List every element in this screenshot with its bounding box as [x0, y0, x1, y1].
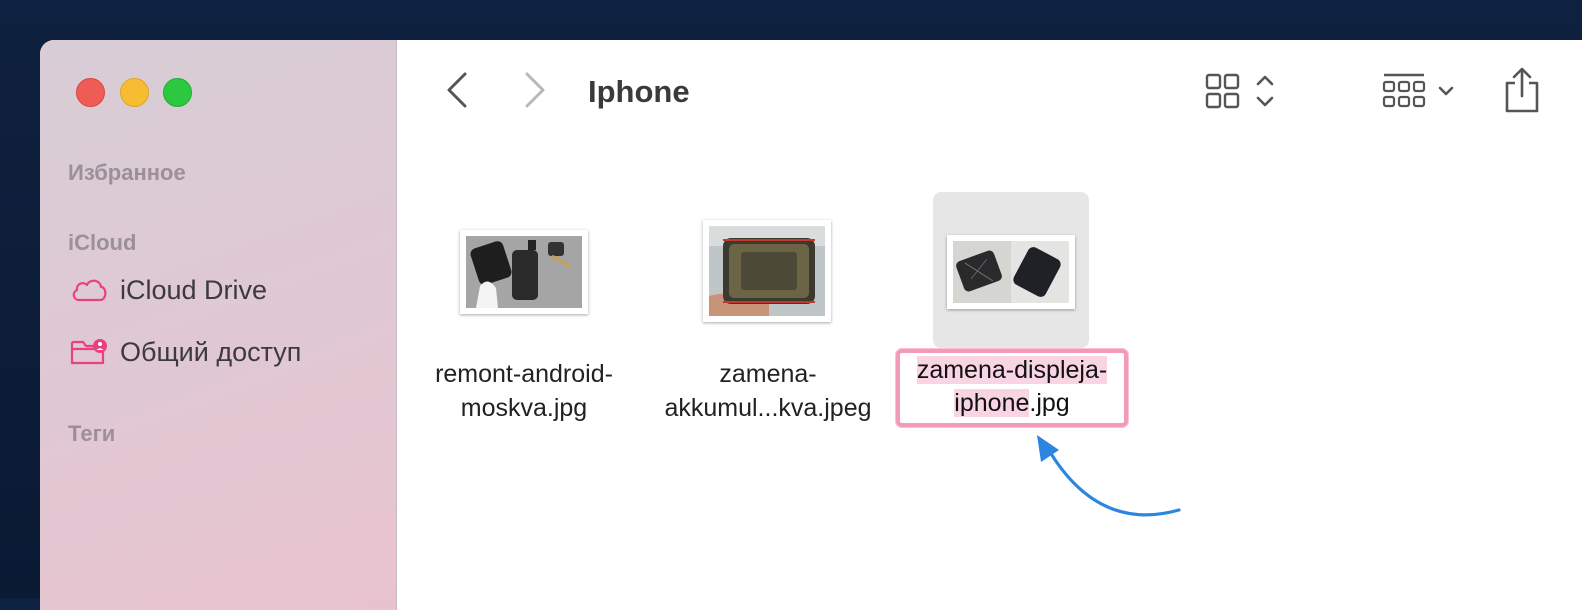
back-button[interactable] [437, 72, 477, 112]
file-thumbnail [947, 235, 1075, 309]
rename-selected-text: iphone [954, 389, 1030, 417]
file-name-line: akkumul...kva.jpeg [664, 394, 872, 422]
rename-line-1: zamena-displeja- [900, 354, 1124, 386]
sidebar: Избранное iCloud iCloud Drive Общий дост… [40, 40, 397, 610]
group-by-button[interactable] [1382, 68, 1462, 119]
cloud-icon [70, 277, 108, 303]
minimize-window-button[interactable] [120, 78, 149, 107]
main-content: Iphone remont-android- moskva.jpg zamena… [397, 40, 1582, 610]
sidebar-item-label: Общий доступ [120, 336, 302, 367]
file-name-line: zamena- [719, 360, 817, 388]
share-icon [1502, 66, 1542, 121]
tags-section-title: Теги [68, 421, 116, 446]
finder-window: Избранное iCloud iCloud Drive Общий дост… [40, 40, 1582, 610]
chevron-left-icon [446, 72, 468, 113]
favorites-section-title: Избранное [68, 160, 186, 185]
sidebar-item-icloud-drive[interactable]: iCloud Drive [70, 270, 267, 310]
file-name-line: moskva.jpg [460, 394, 588, 422]
file-name-line: remont-android- [435, 360, 613, 388]
file-thumbnail [460, 230, 588, 314]
rename-selected-text: zamena-displeja- [916, 356, 1108, 384]
chevron-right-icon [524, 72, 546, 113]
share-button[interactable] [1502, 66, 1542, 121]
icloud-section-title: iCloud [68, 230, 137, 255]
rename-field[interactable]: zamena-displeja- iphone.jpg [896, 349, 1128, 427]
file-thumbnail [703, 220, 831, 322]
close-window-button[interactable] [76, 78, 105, 107]
rename-line-2: iphone.jpg [900, 387, 1124, 419]
view-options-button[interactable] [1205, 68, 1285, 119]
rename-extension-text: .jpg [1029, 389, 1070, 417]
sidebar-item-shared[interactable]: Общий доступ [70, 332, 301, 372]
window-title: Iphone [588, 74, 690, 109]
annotation-arrow-icon [1037, 435, 1181, 517]
group-by-icon [1382, 68, 1462, 119]
sidebar-item-label: iCloud Drive [120, 274, 268, 305]
icon-grid-view-icon [1205, 68, 1285, 119]
shared-folder-icon [70, 337, 108, 367]
zoom-window-button[interactable] [163, 78, 192, 107]
forward-button[interactable] [515, 72, 555, 112]
